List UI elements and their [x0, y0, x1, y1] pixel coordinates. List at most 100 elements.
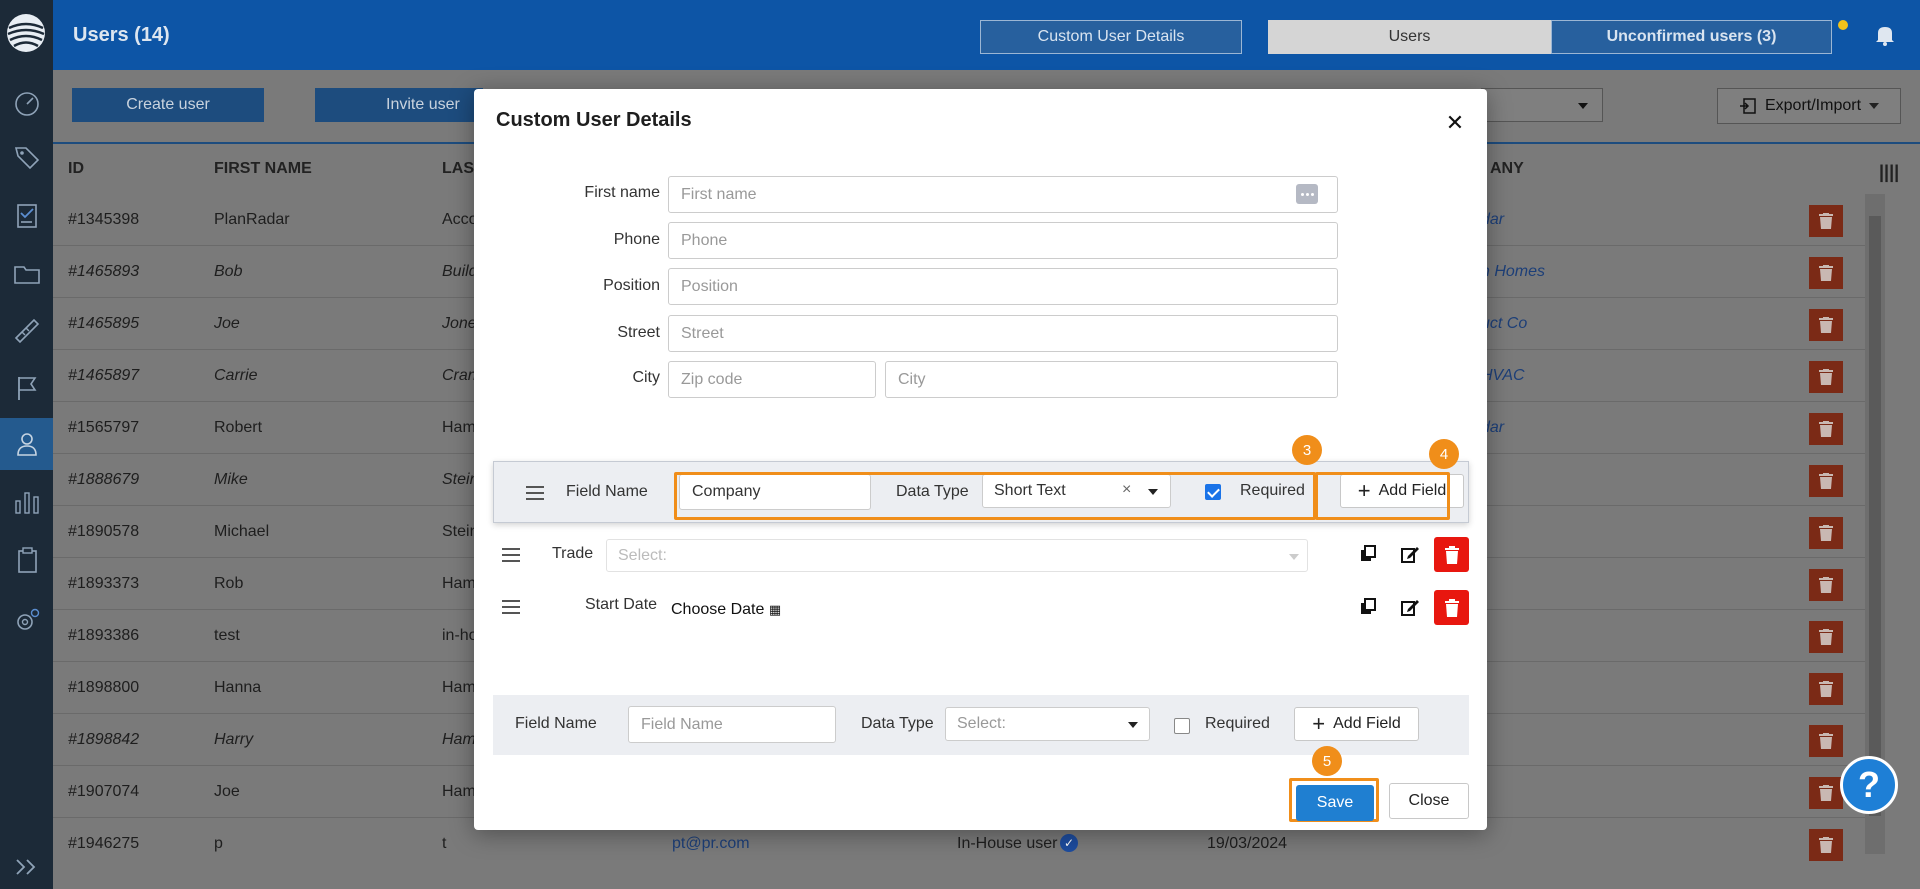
edit-icon[interactable] [1396, 540, 1424, 568]
bell-icon[interactable] [1872, 22, 1898, 48]
column-header-id[interactable]: ID [68, 160, 84, 178]
close-icon[interactable]: ✕ [1443, 110, 1467, 135]
close-button[interactable]: Close [1389, 783, 1469, 819]
delete-user-button[interactable] [1809, 257, 1843, 289]
sidebar-item-dashboard[interactable] [0, 77, 53, 129]
more-options-icon[interactable] [1296, 184, 1318, 204]
custom-user-details-button[interactable]: Custom User Details [980, 20, 1242, 54]
sidebar-expand-toggle[interactable] [0, 845, 53, 889]
first-name-input[interactable] [668, 176, 1338, 213]
delete-user-button[interactable] [1809, 517, 1843, 549]
trash-icon [1819, 681, 1833, 697]
tab-unconfirmed-users[interactable]: Unconfirmed users (3) [1551, 20, 1832, 54]
phone-label: Phone [613, 231, 660, 248]
tab-users[interactable]: Users [1268, 20, 1551, 54]
column-header-company[interactable]: ANY [1490, 160, 1524, 178]
sidebar-item-settings[interactable] [0, 594, 53, 646]
delete-field-button[interactable] [1434, 537, 1469, 572]
cell-last-name: Ham [442, 575, 476, 592]
app-logo-icon[interactable] [5, 12, 47, 54]
trade-select[interactable]: Select: [606, 539, 1308, 572]
filter-select[interactable] [1481, 88, 1603, 122]
notification-dot [1838, 20, 1848, 30]
sidebar-item-reports[interactable] [0, 476, 53, 528]
sidebar-item-milestones[interactable] [0, 362, 53, 414]
cell-id: #1888679 [68, 471, 140, 488]
zip-code-input[interactable] [668, 361, 876, 398]
phone-input[interactable] [668, 222, 1338, 259]
cell-id: #1465893 [68, 263, 140, 280]
vertical-scrollbar[interactable] [1865, 194, 1885, 854]
new-data-type-placeholder: Select: [957, 715, 1006, 732]
caret-down-icon [1869, 103, 1880, 109]
position-input[interactable] [668, 268, 1338, 305]
new-required-checkbox[interactable] [1174, 718, 1190, 734]
plus-icon: + [1312, 711, 1326, 736]
drag-handle-icon[interactable] [526, 486, 544, 500]
export-import-label: Export/Import [1764, 97, 1862, 114]
step-badge-3: 3 [1292, 435, 1322, 465]
cell-last-name: Cran [442, 367, 477, 384]
delete-field-button[interactable] [1434, 590, 1469, 625]
invite-user-button[interactable]: Invite user [315, 88, 483, 122]
clipboard-icon [17, 547, 37, 573]
cell-role: In-House user [957, 835, 1058, 852]
cell-first-name: Mike [214, 471, 248, 488]
cell-id: #1946275 [68, 835, 140, 852]
trash-icon [1819, 733, 1833, 749]
help-button[interactable]: ? [1840, 756, 1898, 814]
cell-last-name: Ham [442, 419, 476, 436]
cell-first-name: Joe [214, 783, 240, 800]
choose-date-button[interactable]: Choose Date ▦ [671, 601, 781, 619]
speedometer-icon [14, 92, 39, 116]
sidebar-item-users[interactable] [0, 418, 53, 470]
columns-toggle-icon[interactable]: |||| [1879, 162, 1899, 183]
delete-user-button[interactable] [1809, 621, 1843, 653]
drag-handle-icon[interactable] [502, 600, 520, 614]
delete-user-button[interactable] [1809, 777, 1843, 809]
sidebar-item-plans[interactable] [0, 305, 53, 357]
city-input[interactable] [885, 361, 1338, 398]
trade-field-label: Trade [552, 545, 594, 562]
cell-company[interactable]: n Homes [1481, 263, 1545, 281]
delete-user-button[interactable] [1809, 413, 1843, 445]
delete-user-button[interactable] [1809, 673, 1843, 705]
delete-user-button[interactable] [1809, 569, 1843, 601]
cell-company[interactable]: uct Co [1481, 315, 1527, 333]
horizontal-scrollbar[interactable] [53, 865, 1885, 889]
scrollbar-thumb[interactable] [1869, 216, 1881, 816]
export-import-button[interactable]: Export/Import [1717, 88, 1901, 124]
new-field-name-input[interactable] [628, 706, 836, 743]
highlight-box-step-4 [1315, 472, 1450, 520]
sidebar-item-forms[interactable] [0, 534, 53, 586]
delete-user-button[interactable] [1809, 309, 1843, 341]
trash-icon [1444, 598, 1459, 617]
copy-icon[interactable] [1354, 593, 1382, 621]
cell-first-name: Rob [214, 575, 244, 592]
flag-icon [17, 377, 36, 400]
street-input[interactable] [668, 315, 1338, 352]
delete-user-button[interactable] [1809, 361, 1843, 393]
new-add-field-button[interactable]: + Add Field [1294, 707, 1419, 741]
edit-icon[interactable] [1396, 593, 1424, 621]
copy-icon[interactable] [1354, 540, 1382, 568]
sidebar-item-tags[interactable] [0, 131, 53, 183]
delete-user-button[interactable] [1809, 465, 1843, 497]
column-header-first-name[interactable]: FIRST NAME [214, 160, 312, 178]
gear-icon [16, 608, 39, 630]
bar-chart-icon [14, 492, 39, 514]
save-button[interactable]: Save [1296, 785, 1374, 821]
cell-id: #1465897 [68, 367, 140, 384]
delete-user-button[interactable] [1809, 205, 1843, 237]
sidebar-item-tickets[interactable] [0, 190, 53, 242]
delete-user-button[interactable] [1809, 829, 1843, 861]
cell-email[interactable]: pt@pr.com [672, 835, 750, 853]
cell-company[interactable]: HVAC [1481, 367, 1525, 385]
delete-user-button[interactable] [1809, 725, 1843, 757]
new-data-type-select[interactable]: Select: [945, 707, 1150, 741]
drag-handle-icon[interactable] [502, 548, 520, 562]
cell-last-name: Stein [442, 523, 479, 540]
create-user-button[interactable]: Create user [72, 88, 264, 122]
calendar-icon: ▦ [768, 602, 782, 617]
sidebar-item-documents[interactable] [0, 248, 53, 300]
